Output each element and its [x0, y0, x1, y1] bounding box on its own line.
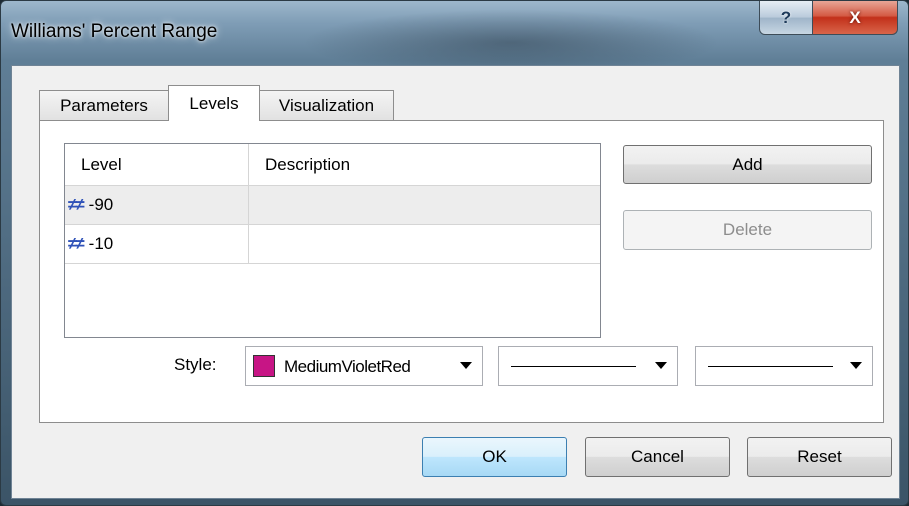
level-value: -90 — [88, 195, 114, 214]
line-width-sample — [708, 366, 833, 367]
color-select-value: MediumVioletRed — [284, 357, 411, 376]
dialog-window: Williams' Percent Range ? X Parameters L… — [0, 0, 909, 506]
close-icon: X — [849, 7, 861, 27]
line-width-select[interactable] — [695, 346, 873, 386]
delete-button-label: Delete — [722, 220, 773, 239]
tab-label: Levels — [189, 93, 239, 113]
tab-levels[interactable]: Levels — [168, 85, 260, 121]
tab-label: Visualization — [278, 96, 375, 115]
close-button[interactable]: X — [812, 1, 898, 35]
tab-label: Parameters — [60, 96, 148, 115]
tab-parameters[interactable]: Parameters — [39, 90, 169, 121]
color-select[interactable]: MediumVioletRed — [245, 346, 483, 386]
tab-visualization[interactable]: Visualization — [259, 90, 394, 121]
dialog-body: Parameters Levels Visualization Level De… — [11, 65, 900, 499]
cancel-button-label: Cancel — [631, 447, 684, 466]
level-value: -10 — [88, 234, 114, 253]
column-header-label: Level — [81, 154, 122, 174]
description-cell[interactable] — [249, 225, 599, 263]
table-row[interactable]: ≠≠ -10 — [65, 225, 600, 264]
levels-list[interactable]: Level Description ≠≠ -90 ≠≠ -10 — [64, 143, 601, 338]
help-button[interactable]: ? — [759, 1, 813, 35]
levels-tab-panel: Level Description ≠≠ -90 ≠≠ -10 Add Dele… — [39, 120, 884, 423]
cancel-button[interactable]: Cancel — [585, 437, 730, 477]
ok-button-label: OK — [482, 447, 507, 466]
delete-button[interactable]: Delete — [623, 210, 872, 250]
add-button-label: Add — [732, 154, 763, 174]
level-line-icon: ≠≠ — [68, 234, 85, 253]
add-button[interactable]: Add — [623, 145, 872, 184]
chevron-down-icon — [655, 362, 667, 369]
column-header-description[interactable]: Description — [249, 144, 599, 185]
chevron-down-icon — [850, 362, 862, 369]
style-label: Style: — [174, 355, 217, 374]
level-cell[interactable]: ≠≠ -10 — [65, 225, 249, 263]
reset-button[interactable]: Reset — [747, 437, 892, 477]
color-swatch — [253, 355, 275, 377]
line-style-select[interactable] — [498, 346, 678, 386]
reset-button-label: Reset — [797, 447, 842, 466]
help-icon: ? — [780, 7, 792, 27]
list-header: Level Description — [65, 144, 600, 186]
table-row[interactable]: ≠≠ -90 — [65, 186, 600, 225]
level-cell[interactable]: ≠≠ -90 — [65, 186, 249, 224]
column-header-level[interactable]: Level — [65, 144, 249, 185]
window-title: Williams' Percent Range — [11, 21, 218, 42]
column-header-label: Description — [265, 154, 351, 174]
line-style-sample — [511, 366, 636, 367]
description-cell[interactable] — [249, 186, 599, 224]
ok-button[interactable]: OK — [422, 437, 567, 477]
level-line-icon: ≠≠ — [68, 195, 85, 214]
chevron-down-icon — [460, 362, 472, 369]
